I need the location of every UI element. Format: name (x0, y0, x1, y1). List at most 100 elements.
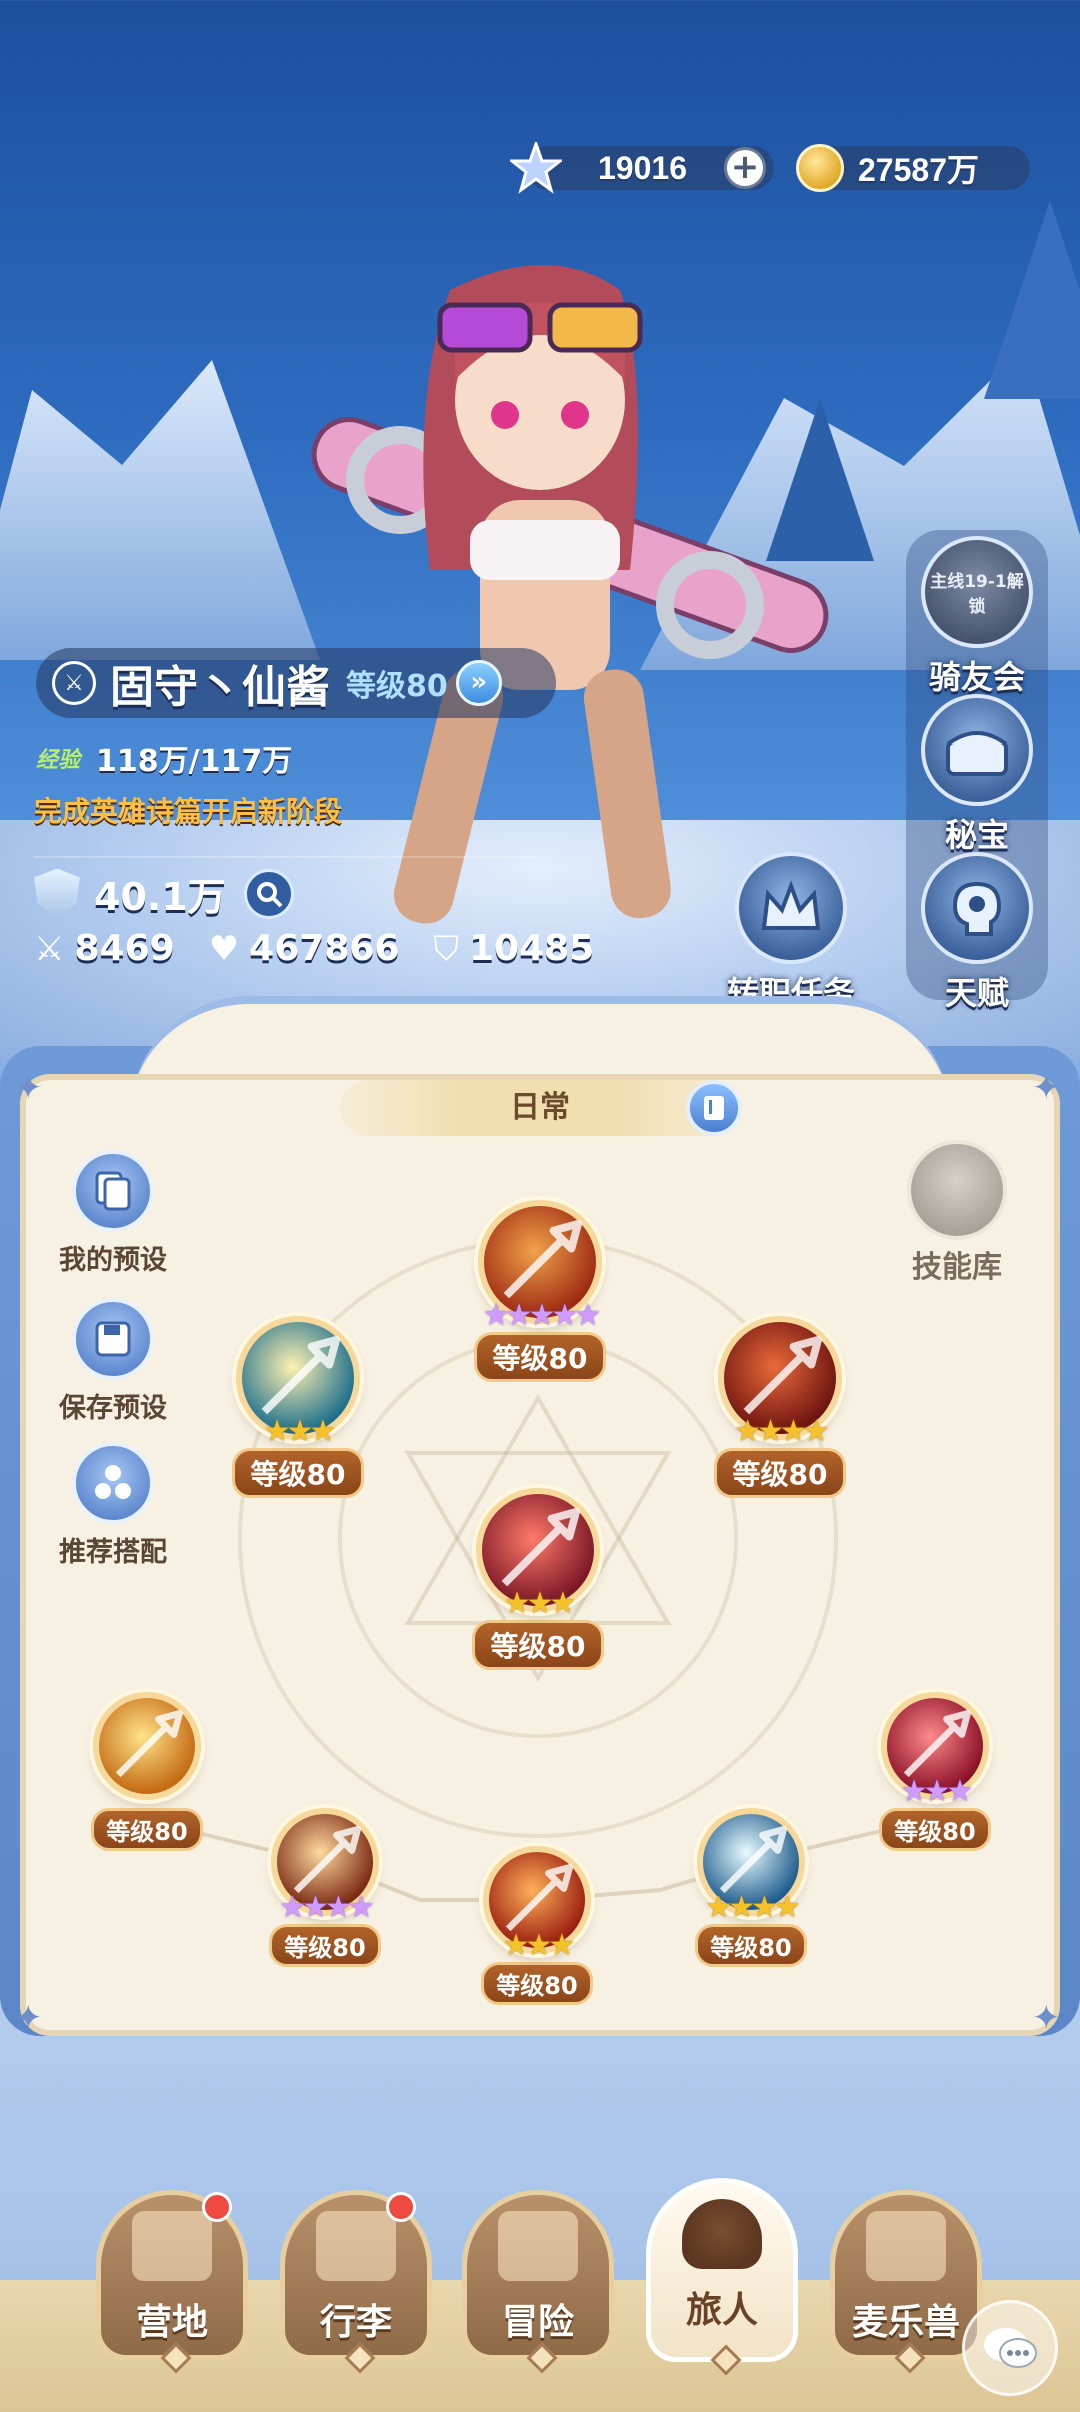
shield-icon: ⛉ (433, 928, 459, 969)
hero-name: 固守丶仙酱 (110, 662, 330, 713)
gold-currency: 27587万 (796, 144, 1030, 192)
skill-slot[interactable]: ★★★ 等级80 (226, 1316, 370, 1498)
cards-icon (72, 1150, 154, 1232)
star-amount: 19016 (598, 149, 687, 186)
backpack-icon (316, 2211, 396, 2281)
skill-level-badge: 等级80 (695, 1924, 807, 1967)
book-icon[interactable] (686, 1080, 742, 1136)
add-stars-button[interactable]: + (724, 147, 766, 189)
recommended-build-label: 推荐搭配 (59, 1537, 167, 1568)
knight-club-label: 骑友会 (928, 658, 1025, 696)
skill-slot[interactable]: ★★★ 等级80 (472, 1846, 602, 2005)
skill-stars (82, 1778, 212, 1806)
tab-daily[interactable]: 日常 (340, 1080, 740, 1136)
exp-row: 经验 118万/117万 (36, 736, 292, 780)
nav-luggage-label: 行李 (319, 2302, 392, 2343)
combat-power-row: 40.1万 (34, 866, 294, 921)
attack-icon: ⚔ (34, 928, 65, 969)
treasure-chest-icon (921, 694, 1033, 806)
skill-level-badge: 等级80 (269, 1924, 381, 1967)
knight-club-button[interactable]: 主线19-1解锁 骑友会 (912, 536, 1042, 698)
notification-dot (202, 2192, 232, 2222)
hero-name-bar[interactable]: ⚔ 固守丶仙酱 等级80 » (36, 648, 556, 718)
moon-star-icon (907, 1140, 1007, 1240)
combo-icon (72, 1442, 154, 1524)
double-chevron-right-icon[interactable]: » (455, 660, 502, 706)
quest-hint[interactable]: 完成英雄诗篇开启新阶段 (34, 790, 342, 830)
skill-slot[interactable]: ★★★★ 等级80 (708, 1316, 852, 1498)
skill-slot[interactable]: ★★★★ 等级80 (686, 1808, 816, 1967)
crossed-swords-icon (498, 2211, 578, 2281)
exp-label: 经验 (36, 748, 81, 773)
gold-amount: 27587万 (858, 152, 979, 188)
skill-stars: ★★★★ (279, 1890, 375, 1925)
skill-level-badge: 等级80 (231, 1448, 365, 1498)
hp-value: 467866 (249, 928, 400, 969)
skill-slot[interactable]: ★★★★ 等级80 (260, 1808, 390, 1967)
nav-pets[interactable]: 麦乐兽 (830, 2190, 982, 2374)
skill-stars: ★★★ (263, 1414, 337, 1449)
defense-value: 10485 (468, 928, 595, 969)
corner-star-icon: ✦ (1032, 1068, 1061, 1108)
treasure-label: 秘宝 (944, 816, 1009, 854)
nav-traveler[interactable]: 旅人 (646, 2178, 798, 2376)
skill-level-badge: 等级80 (879, 1808, 991, 1851)
knight-club-lock-text: 主线19-1解锁 (930, 572, 1024, 617)
talent-button[interactable]: 天赋 (912, 852, 1042, 1014)
talent-label: 天赋 (944, 974, 1009, 1012)
pine-tree (984, 200, 1080, 399)
heart-icon: ♥ (208, 928, 240, 969)
castle-icon (132, 2211, 212, 2281)
attack-value: 8469 (74, 928, 175, 969)
star-currency: 19016 + (510, 142, 774, 194)
skill-stars: ★★★ (502, 1928, 576, 1963)
exp-value: 118万/117万 (96, 744, 293, 779)
snow-mountain-left (0, 360, 320, 660)
gold-coin-icon (796, 144, 844, 192)
treasure-button[interactable]: 秘宝 (912, 694, 1042, 856)
hero-level: 等级80 (346, 669, 448, 704)
head-gear-icon (921, 852, 1033, 964)
skill-level-badge: 等级80 (473, 1332, 607, 1382)
skill-stars: ★★★★ (734, 1414, 830, 1449)
skill-level-badge: 等级80 (91, 1808, 203, 1851)
nav-adventure[interactable]: 冒险 (462, 2190, 614, 2374)
recommended-build-button[interactable]: 推荐搭配 (48, 1442, 178, 1569)
skill-slot[interactable]: ★★★ 等级80 (466, 1488, 610, 1670)
save-preset-label: 保存预设 (59, 1393, 167, 1424)
skill-slot[interactable]: 等级80 (82, 1692, 212, 1851)
divider (34, 856, 534, 858)
nav-camp-label: 营地 (135, 2302, 208, 2343)
notification-dot (386, 2192, 416, 2222)
save-preset-button[interactable]: 保存预设 (48, 1298, 178, 1425)
my-presets-button[interactable]: 我的预设 (48, 1150, 178, 1277)
lock-icon: 主线19-1解锁 (921, 536, 1033, 648)
nav-traveler-label: 旅人 (685, 2290, 758, 2331)
job-quest-button[interactable]: 转职任务 (726, 852, 856, 1014)
nav-adventure-label: 冒险 (501, 2302, 574, 2343)
skill-library-label: 技能库 (912, 1250, 1002, 1285)
skill-library-button[interactable]: 技能库 (892, 1140, 1022, 1286)
corner-star-icon: ✦ (14, 1998, 43, 2038)
skill-stars: ★★★ (900, 1774, 974, 1809)
skill-slot[interactable]: ★★★★★ 等级80 (468, 1200, 612, 1382)
skill-slot[interactable]: ★★★ 等级80 (870, 1692, 1000, 1851)
corner-star-icon: ✦ (14, 1068, 43, 1108)
skill-stars: ★★★★★ (482, 1298, 601, 1333)
crossed-swords-icon: ⚔ (52, 661, 96, 705)
floppy-disk-icon (72, 1298, 154, 1380)
skill-stars: ★★★ (503, 1586, 577, 1621)
shield-power-icon (34, 868, 80, 919)
stats-row: ⚔ 8469 ♥ 467866 ⛉ 10485 (34, 928, 628, 969)
skill-level-badge: 等级80 (713, 1448, 847, 1498)
combat-power: 40.1万 (94, 875, 226, 919)
corner-star-icon: ✦ (1032, 1998, 1061, 2038)
search-icon[interactable] (243, 868, 294, 919)
skill-stars: ★★★★ (705, 1890, 801, 1925)
my-presets-label: 我的预设 (59, 1245, 167, 1276)
skill-level-badge: 等级80 (471, 1620, 605, 1670)
chat-bubble-icon[interactable] (962, 2300, 1058, 2396)
star-gem-icon (510, 142, 562, 194)
cat-face-icon (866, 2211, 946, 2281)
traveler-portrait-icon (682, 2199, 762, 2269)
